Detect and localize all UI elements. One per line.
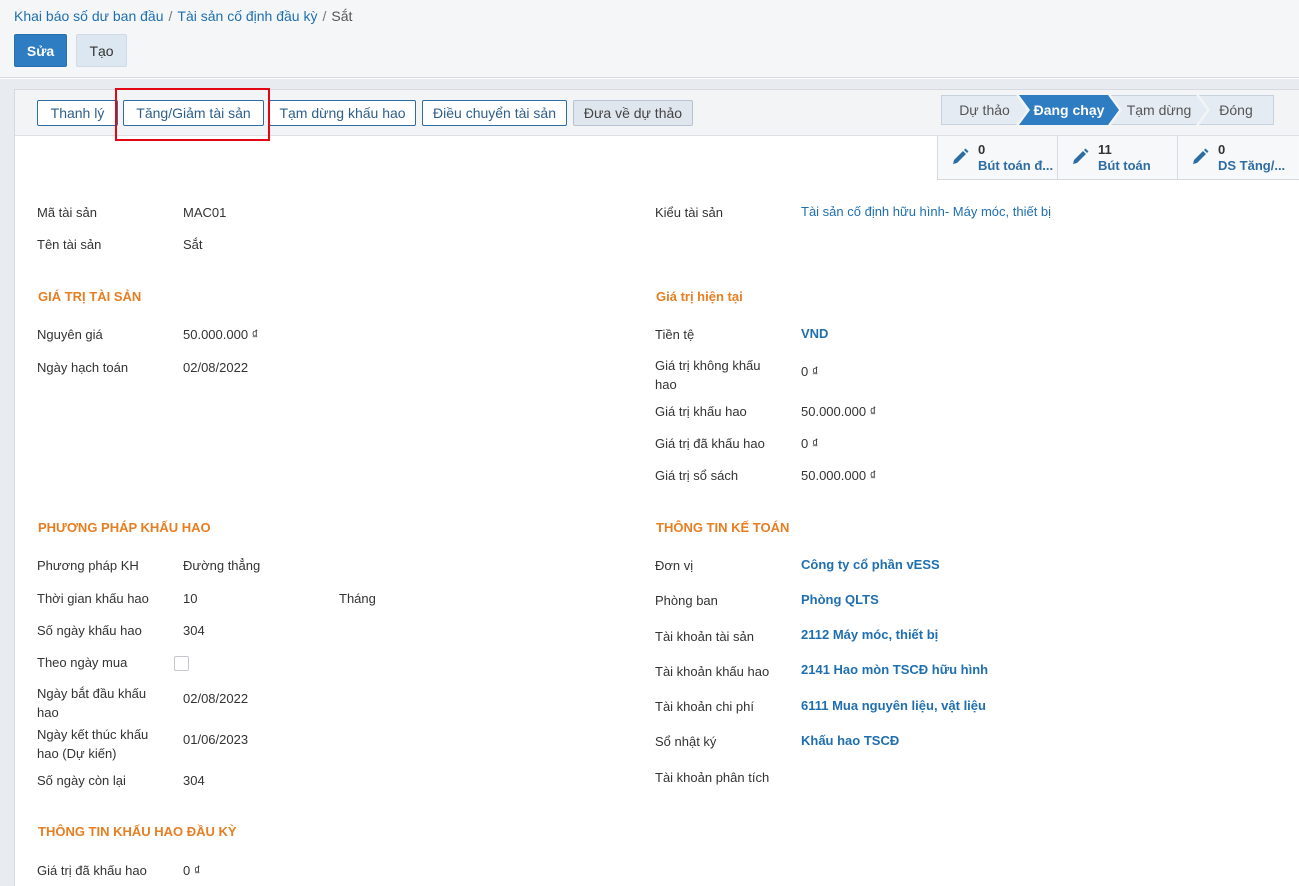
breadcrumb-separator: / bbox=[322, 8, 327, 24]
start-date-label: Ngày bắt đầu khấu hao bbox=[37, 686, 147, 720]
expense-account-label: Tài khoản chi phí bbox=[655, 699, 755, 714]
pause-depreciation-button[interactable]: Tạm dừng khấu hao bbox=[269, 100, 416, 126]
status-step-closed[interactable]: Đóng bbox=[1199, 95, 1274, 125]
start-date-value: 02/08/2022 bbox=[183, 691, 249, 706]
duration-label: Thời gian khấu hao bbox=[37, 591, 149, 606]
smart-button-increase-list[interactable]: 0 DS Tăng/... bbox=[1178, 136, 1298, 179]
smart-button-label: Bút toán đ... bbox=[978, 158, 1054, 173]
company-label: Đơn vị bbox=[655, 558, 694, 573]
section-title-opening-depreciation: THÔNG TIN KHẤU HAO ĐẦU KỲ bbox=[38, 824, 237, 839]
content-area: Thanh lý Tăng/Giảm tài sản Tạm dừng khấu… bbox=[0, 79, 1299, 886]
status-step-draft[interactable]: Dự thảo bbox=[941, 95, 1027, 125]
non-depreciable-value: 0 ₫ bbox=[801, 364, 819, 379]
smart-button-journal-entries[interactable]: 11 Bút toán bbox=[1058, 136, 1178, 179]
accounting-date-label: Ngày hạch toán bbox=[37, 360, 129, 375]
original-price-label: Nguyên giá bbox=[37, 327, 103, 342]
opening-depreciated-value: 0 ₫ bbox=[183, 863, 201, 878]
journal-label: Sổ nhật ký bbox=[655, 734, 717, 749]
depreciation-account-link[interactable]: 2141 Hao mòn TSCĐ hữu hình bbox=[801, 660, 988, 679]
asset-code-value: MAC01 bbox=[183, 205, 227, 220]
smart-button-count: 0 bbox=[1218, 142, 1226, 157]
smart-button-count: 11 bbox=[1098, 142, 1112, 157]
department-label: Phòng ban bbox=[655, 593, 718, 608]
status-step-running[interactable]: Đang chạy bbox=[1019, 95, 1119, 125]
form-header: Thanh lý Tăng/Giảm tài sản Tạm dừng khấu… bbox=[15, 88, 1299, 141]
remaining-days-label: Số ngày còn lại bbox=[37, 773, 126, 788]
section-title-asset-value: GIÁ TRỊ TÀI SẢN bbox=[38, 289, 142, 304]
depreciation-days-value: 304 bbox=[183, 623, 205, 638]
remaining-days-value: 304 bbox=[183, 773, 205, 788]
asset-code-label: Mã tài sản bbox=[37, 205, 97, 220]
by-purchase-date-label: Theo ngày mua bbox=[37, 655, 128, 670]
method-label: Phương pháp KH bbox=[37, 558, 139, 573]
breadcrumb-separator: / bbox=[168, 8, 173, 24]
depreciation-account-label: Tài khoản khấu hao bbox=[655, 664, 770, 679]
method-value: Đường thẳng bbox=[183, 558, 261, 573]
journal-link[interactable]: Khấu hao TSCĐ bbox=[801, 731, 899, 750]
department-link[interactable]: Phòng QLTS bbox=[801, 590, 879, 609]
increase-decrease-asset-button[interactable]: Tăng/Giảm tài sản bbox=[123, 100, 264, 126]
end-date-value: 01/06/2023 bbox=[183, 732, 249, 747]
asset-name-value: Sắt bbox=[183, 237, 203, 252]
book-value-value: 50.000.000 ₫ bbox=[801, 468, 877, 483]
duration-value: 10 bbox=[183, 591, 198, 606]
depreciable-value: 50.000.000 ₫ bbox=[801, 404, 877, 419]
opening-depreciated-label: Giá trị đã khấu hao bbox=[37, 863, 147, 878]
smart-button-label: DS Tăng/... bbox=[1218, 158, 1286, 173]
asset-account-link[interactable]: 2112 Máy móc, thiết bị bbox=[801, 625, 938, 644]
form-sheet: Thanh lý Tăng/Giảm tài sản Tạm dừng khấu… bbox=[14, 88, 1299, 886]
depreciated-value: 0 ₫ bbox=[801, 436, 819, 451]
status-step-paused[interactable]: Tạm dừng bbox=[1111, 95, 1207, 125]
breadcrumb: Khai báo số dư ban đầu / Tài sản cố định đ… bbox=[14, 8, 352, 24]
section-title-current-value: Giá trị hiện tại bbox=[656, 289, 743, 304]
smart-button-label: Bút toán bbox=[1098, 158, 1151, 173]
pencil-icon bbox=[1073, 148, 1089, 164]
original-price-value: 50.000.000 ₫ bbox=[183, 327, 259, 342]
asset-name-label: Tên tài sản bbox=[37, 237, 102, 252]
section-title-depreciation-method: PHƯƠNG PHÁP KHẤU HAO bbox=[38, 520, 211, 535]
currency-label: Tiền tệ bbox=[655, 327, 695, 342]
smart-buttons: 0 Bút toán đ... 11 Bút toán 0 DS Tăng/..… bbox=[937, 136, 1299, 180]
depreciated-label: Giá trị đã khấu hao bbox=[655, 436, 765, 451]
expense-account-link[interactable]: 6111 Mua nguyên liệu, vật liệu bbox=[801, 696, 986, 715]
currency-link[interactable]: VND bbox=[801, 324, 828, 343]
duration-unit: Tháng bbox=[339, 591, 376, 606]
depreciation-days-label: Số ngày khấu hao bbox=[37, 623, 142, 638]
section-title-accounting-info: THÔNG TIN KẾ TOÁN bbox=[656, 520, 790, 535]
edit-button[interactable]: Sửa bbox=[14, 34, 67, 67]
asset-account-label: Tài khoản tài sản bbox=[655, 629, 755, 644]
control-panel: Khai báo số dư ban đầu / Tài sản cố định đ… bbox=[0, 0, 1299, 78]
asset-type-label: Kiểu tài sản bbox=[655, 205, 723, 220]
breadcrumb-item-fixed-assets[interactable]: Tài sản cố định đầu kỳ bbox=[177, 8, 317, 24]
accounting-date-value: 02/08/2022 bbox=[183, 360, 249, 375]
reset-to-draft-button[interactable]: Đưa về dự thảo bbox=[573, 100, 693, 126]
create-button[interactable]: Tạo bbox=[76, 34, 127, 67]
liquidate-button[interactable]: Thanh lý bbox=[37, 100, 118, 126]
pencil-icon bbox=[953, 148, 969, 164]
asset-type-link[interactable]: Tài sản cố định hữu hình- Máy móc, thiết… bbox=[801, 202, 1051, 221]
status-bar: Dự thảo Đang chạy Tạm dừng Đóng bbox=[941, 95, 1274, 125]
breadcrumb-current: Sắt bbox=[331, 8, 353, 24]
breadcrumb-item-opening-balance[interactable]: Khai báo số dư ban đầu bbox=[14, 8, 164, 24]
company-link[interactable]: Công ty cổ phần vESS bbox=[801, 555, 940, 574]
end-date-label: Ngày kết thúc khấu hao (Dự kiến) bbox=[37, 727, 149, 761]
book-value-label: Giá trị sổ sách bbox=[655, 468, 739, 483]
depreciable-label: Giá trị khấu hao bbox=[655, 404, 747, 419]
transfer-asset-button[interactable]: Điều chuyển tài sản bbox=[422, 100, 567, 126]
smart-button-count: 0 bbox=[978, 142, 986, 157]
smart-button-draft-entries[interactable]: 0 Bút toán đ... bbox=[938, 136, 1058, 179]
pencil-icon bbox=[1193, 148, 1209, 164]
non-depreciable-label: Giá trị không khấu hao bbox=[655, 358, 761, 392]
by-purchase-date-checkbox[interactable] bbox=[174, 656, 189, 671]
analytic-account-label: Tài khoản phân tích bbox=[655, 770, 770, 785]
